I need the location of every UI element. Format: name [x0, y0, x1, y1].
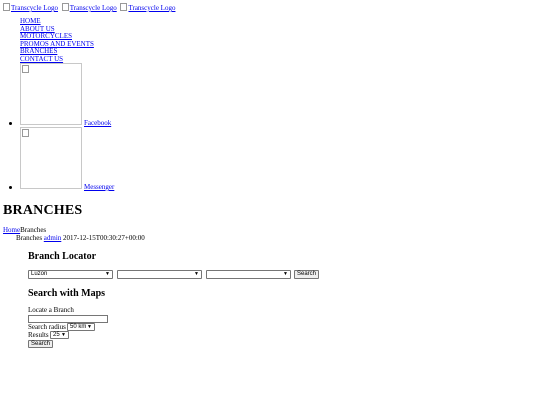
logo-link-3[interactable]: Transcycle Logo: [120, 3, 176, 12]
province-select[interactable]: ▼: [117, 270, 202, 279]
social-item-facebook: Facebook: [0, 63, 111, 127]
breadcrumb-current: Branches: [20, 226, 47, 234]
region-select-value: Luzon: [31, 271, 48, 277]
messenger-link[interactable]: Messenger: [84, 184, 114, 191]
search-radius-select[interactable]: 50 km ▼: [67, 323, 95, 331]
maps-title: Search with Maps: [28, 288, 106, 299]
logo-link-2[interactable]: Transcycle Logo: [61, 3, 117, 12]
social-item-messenger: Messenger: [0, 127, 114, 191]
logo-alt-text: Transcycle Logo: [11, 4, 58, 12]
search-radius-label: Search radius: [28, 323, 66, 331]
page-title: BRANCHES: [3, 203, 83, 218]
facebook-link[interactable]: Facebook: [84, 120, 111, 127]
locate-branch-label: Locate a Branch: [28, 306, 74, 314]
results-label: Results: [28, 331, 49, 339]
list-bullet: [9, 122, 12, 125]
chevron-down-icon: ▼: [283, 271, 288, 277]
broken-image-icon: [22, 129, 29, 137]
search-radius-value: 50 km: [70, 324, 87, 330]
meta-author-link[interactable]: admin: [44, 234, 62, 242]
header-logos: Transcycle Logo Transcycle Logo Transcyc…: [3, 3, 177, 12]
chevron-down-icon: ▼: [61, 332, 66, 338]
broken-image-icon: [3, 3, 10, 11]
social-links: Facebook Messenger: [0, 63, 114, 191]
branch-locator-title: Branch Locator: [28, 251, 97, 262]
messenger-image-link[interactable]: [20, 127, 82, 189]
logo-link-1[interactable]: Transcycle Logo: [3, 3, 58, 12]
meta-category: Branches: [16, 234, 43, 242]
broken-image-icon: [120, 3, 128, 11]
locator-search-button[interactable]: Search: [294, 270, 319, 279]
locate-branch-input[interactable]: [28, 315, 108, 323]
chevron-down-icon: ▼: [87, 324, 92, 330]
logo-alt-text: Transcycle Logo: [69, 4, 117, 12]
logo-alt-text: Transcycle Logo: [128, 4, 176, 12]
chevron-down-icon: ▼: [194, 271, 199, 277]
nav-link-contact-us[interactable]: CONTACT US: [20, 55, 63, 63]
post-meta: Branches admin 2017-12-15T00:30:27+00:00: [16, 234, 145, 243]
meta-date: 2017-12-15T00:30:27+00:00: [63, 234, 145, 242]
results-value: 25: [53, 332, 60, 338]
facebook-image-link[interactable]: [20, 63, 82, 125]
maps-search-button[interactable]: Search: [28, 340, 53, 348]
chevron-down-icon: ▼: [105, 271, 110, 277]
broken-image-icon: [61, 3, 69, 11]
breadcrumb-home-link[interactable]: Home: [3, 226, 20, 234]
city-select[interactable]: ▼: [206, 270, 291, 279]
region-select[interactable]: Luzon ▼: [28, 270, 113, 279]
main-nav: HOME ABOUT US MOTORCYCLES PROMOS AND EVE…: [20, 17, 94, 64]
results-select[interactable]: 25 ▼: [50, 331, 69, 339]
list-bullet: [9, 186, 12, 189]
broken-image-icon: [22, 65, 29, 73]
